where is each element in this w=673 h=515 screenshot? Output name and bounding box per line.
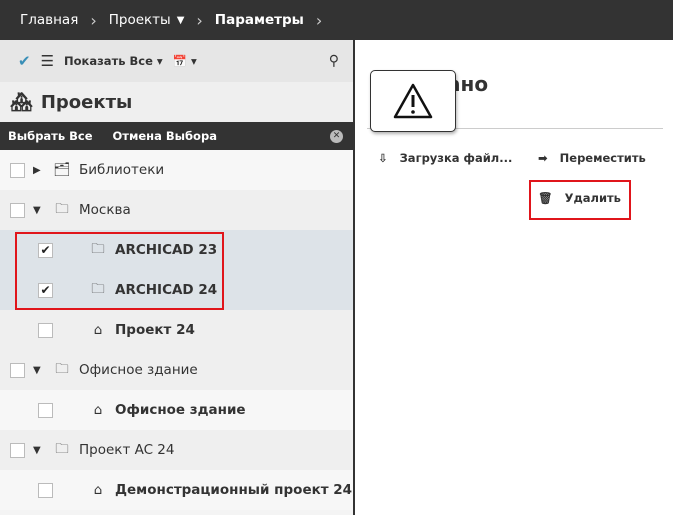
tree-item[interactable]: ▼ 🗀 Офисное здание [0, 350, 353, 390]
tree-item[interactable]: ▼ 🗀 Москва [0, 190, 353, 230]
arrow-right-icon: ➡ [538, 151, 548, 165]
tree-item-label: Демонстрационный проект 24 [115, 482, 353, 498]
move-button[interactable]: ➡ Переместить [538, 151, 646, 165]
collapse-arrow-icon[interactable]: ▼ [33, 365, 47, 376]
deselect-button[interactable]: Отмена Выбора [113, 129, 217, 143]
tree-item-label: Офисное здание [79, 362, 198, 378]
delete-highlight [529, 180, 631, 220]
calendar-dropdown[interactable]: 📅 ▾ [173, 54, 197, 68]
checkbox[interactable] [10, 202, 25, 218]
project-tree: ▶ 🗂 Библиотеки ▼ 🗀 Москва ✔ 🗀 ARCHICAD 23 ✔ 🗀 ARCHI… [0, 150, 353, 510]
close-icon[interactable]: ✕ [330, 129, 343, 143]
project-icon: ⌂ [93, 322, 103, 338]
breadcrumb-settings[interactable]: Параметры [215, 12, 304, 28]
folder-icon: 🗀 [55, 440, 69, 457]
show-all-label: Показать Все [64, 54, 153, 68]
upload-icon: ⇩ [378, 151, 388, 165]
chevron-right-icon: › [90, 10, 97, 30]
checkbox[interactable] [38, 322, 53, 338]
warning-tooltip [370, 70, 456, 132]
folder-icon: 🗀 [55, 200, 69, 217]
selection-bar: Выбрать Все Отмена Выбора ✕ [0, 122, 353, 150]
breadcrumb-home[interactable]: Главная [20, 12, 78, 28]
expand-arrow-icon[interactable]: ▶ [33, 165, 47, 176]
breadcrumb-projects[interactable]: Проекты [109, 12, 171, 28]
search-icon[interactable]: ⚲ [329, 53, 339, 69]
warning-icon [393, 83, 433, 119]
move-label: Переместить [559, 151, 646, 165]
folder-icon: 🗀 [55, 360, 69, 377]
checkbox[interactable] [10, 442, 25, 458]
selection-highlight [15, 232, 224, 310]
collapse-arrow-icon[interactable]: ▼ [33, 445, 47, 456]
projects-icon: 🏘 [10, 91, 33, 113]
project-icon: ⌂ [93, 482, 103, 498]
select-all-button[interactable]: Выбрать Все [8, 129, 93, 143]
checkbox[interactable] [38, 482, 53, 498]
breadcrumb-bar: Главная › Проекты ▼ › Параметры › [0, 0, 673, 40]
upload-button[interactable]: ⇩ Загрузка файл... [378, 151, 512, 165]
tree-item-label: Офисное здание [115, 402, 246, 418]
panel-title: Проекты [40, 91, 133, 113]
tree-item[interactable]: ⌂ Проект 24 [0, 310, 353, 350]
panel-toolbar: ✔ ☰ Показать Все ▾ 📅 ▾ ⚲ [0, 40, 353, 82]
list-icon[interactable]: ☰ [41, 52, 54, 70]
checkbox[interactable] [10, 362, 25, 378]
panel-header: 🏘 Проекты [0, 82, 353, 122]
checkbox[interactable] [38, 402, 53, 418]
calendar-icon: 📅 [172, 54, 187, 68]
chevron-right-icon: › [196, 10, 203, 30]
tree-item[interactable]: ⌂ Демонстрационный проект 24 [0, 470, 353, 510]
tree-item[interactable]: ⌂ Офисное здание [0, 390, 353, 430]
tree-item-label: Москва [79, 202, 131, 218]
tree-item-label: Проект 24 [115, 322, 195, 338]
collapse-arrow-icon[interactable]: ▼ [33, 205, 47, 216]
tree-item[interactable]: ▶ 🗂 Библиотеки [0, 150, 353, 190]
folder-icon: 🗂 [53, 162, 71, 178]
project-icon: ⌂ [93, 402, 103, 418]
caret-down-icon[interactable]: ▼ [177, 15, 185, 26]
show-all-dropdown[interactable]: Показать Все ▾ [64, 54, 163, 68]
tree-item-label: Библиотеки [79, 162, 165, 178]
upload-label: Загрузка файл... [399, 151, 513, 165]
tree-item[interactable]: ▼ 🗀 Проект AC 24 [0, 430, 353, 470]
tree-item-label: Проект AC 24 [79, 442, 175, 458]
chevron-right-icon: › [315, 10, 323, 30]
checkbox[interactable] [10, 162, 25, 178]
check-icon[interactable]: ✔ [18, 52, 31, 70]
